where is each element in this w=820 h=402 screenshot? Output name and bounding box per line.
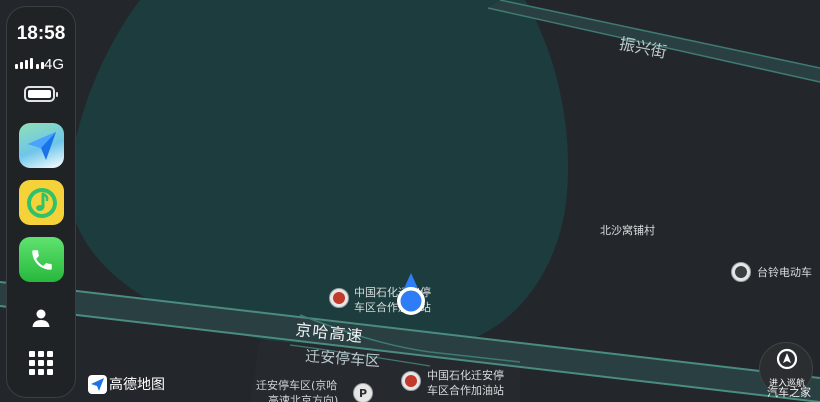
map-view[interactable]: 振兴街 京哈高速 迁安停车区 北沙窝铺村 台铃电动车 中国石化迁安停 车区合作加… — [0, 0, 820, 402]
poi-parking-line1[interactable]: 迁安停车区(京哈 — [256, 378, 337, 393]
signal-strength-icon — [15, 58, 44, 69]
music-note-icon — [26, 187, 57, 218]
gas-station-icon[interactable] — [329, 288, 349, 308]
watermark-text: 汽车之家 — [767, 386, 811, 399]
network-type: 4G — [44, 56, 65, 73]
gas-station-icon[interactable] — [401, 371, 421, 391]
amap-logo-text: 高德地图 — [109, 377, 165, 393]
parking-icon[interactable]: P — [353, 383, 373, 402]
poi-gas-station-south-line1[interactable]: 中国石化迁安停 — [427, 368, 504, 383]
grid-icon[interactable] — [29, 351, 53, 375]
ev-shop-icon[interactable] — [731, 262, 751, 282]
poi-parking-line2[interactable]: 高速北京方向) — [268, 393, 338, 402]
map-canvas — [0, 0, 820, 402]
phone-app-button[interactable] — [19, 237, 64, 282]
amap-logo: 高德地图 — [88, 374, 165, 394]
status-time: 18:58 — [16, 23, 66, 44]
person-icon[interactable] — [30, 307, 52, 329]
poi-village-label[interactable]: 北沙窝铺村 — [600, 223, 655, 238]
map-navigation-icon — [27, 131, 56, 160]
battery-icon — [24, 86, 58, 102]
phone-icon — [31, 249, 52, 270]
music-app-button[interactable] — [19, 180, 64, 225]
poi-gas-station-south-line2[interactable]: 车区合作加油站 — [427, 383, 504, 398]
poi-ev-shop-label[interactable]: 台铃电动车 — [757, 265, 812, 280]
current-location-icon — [397, 273, 425, 315]
amap-logo-icon — [88, 374, 107, 394]
carplay-sidebar: 18:58 4G — [6, 6, 76, 398]
maps-app-button[interactable] — [19, 123, 64, 168]
cruise-icon — [776, 348, 798, 370]
